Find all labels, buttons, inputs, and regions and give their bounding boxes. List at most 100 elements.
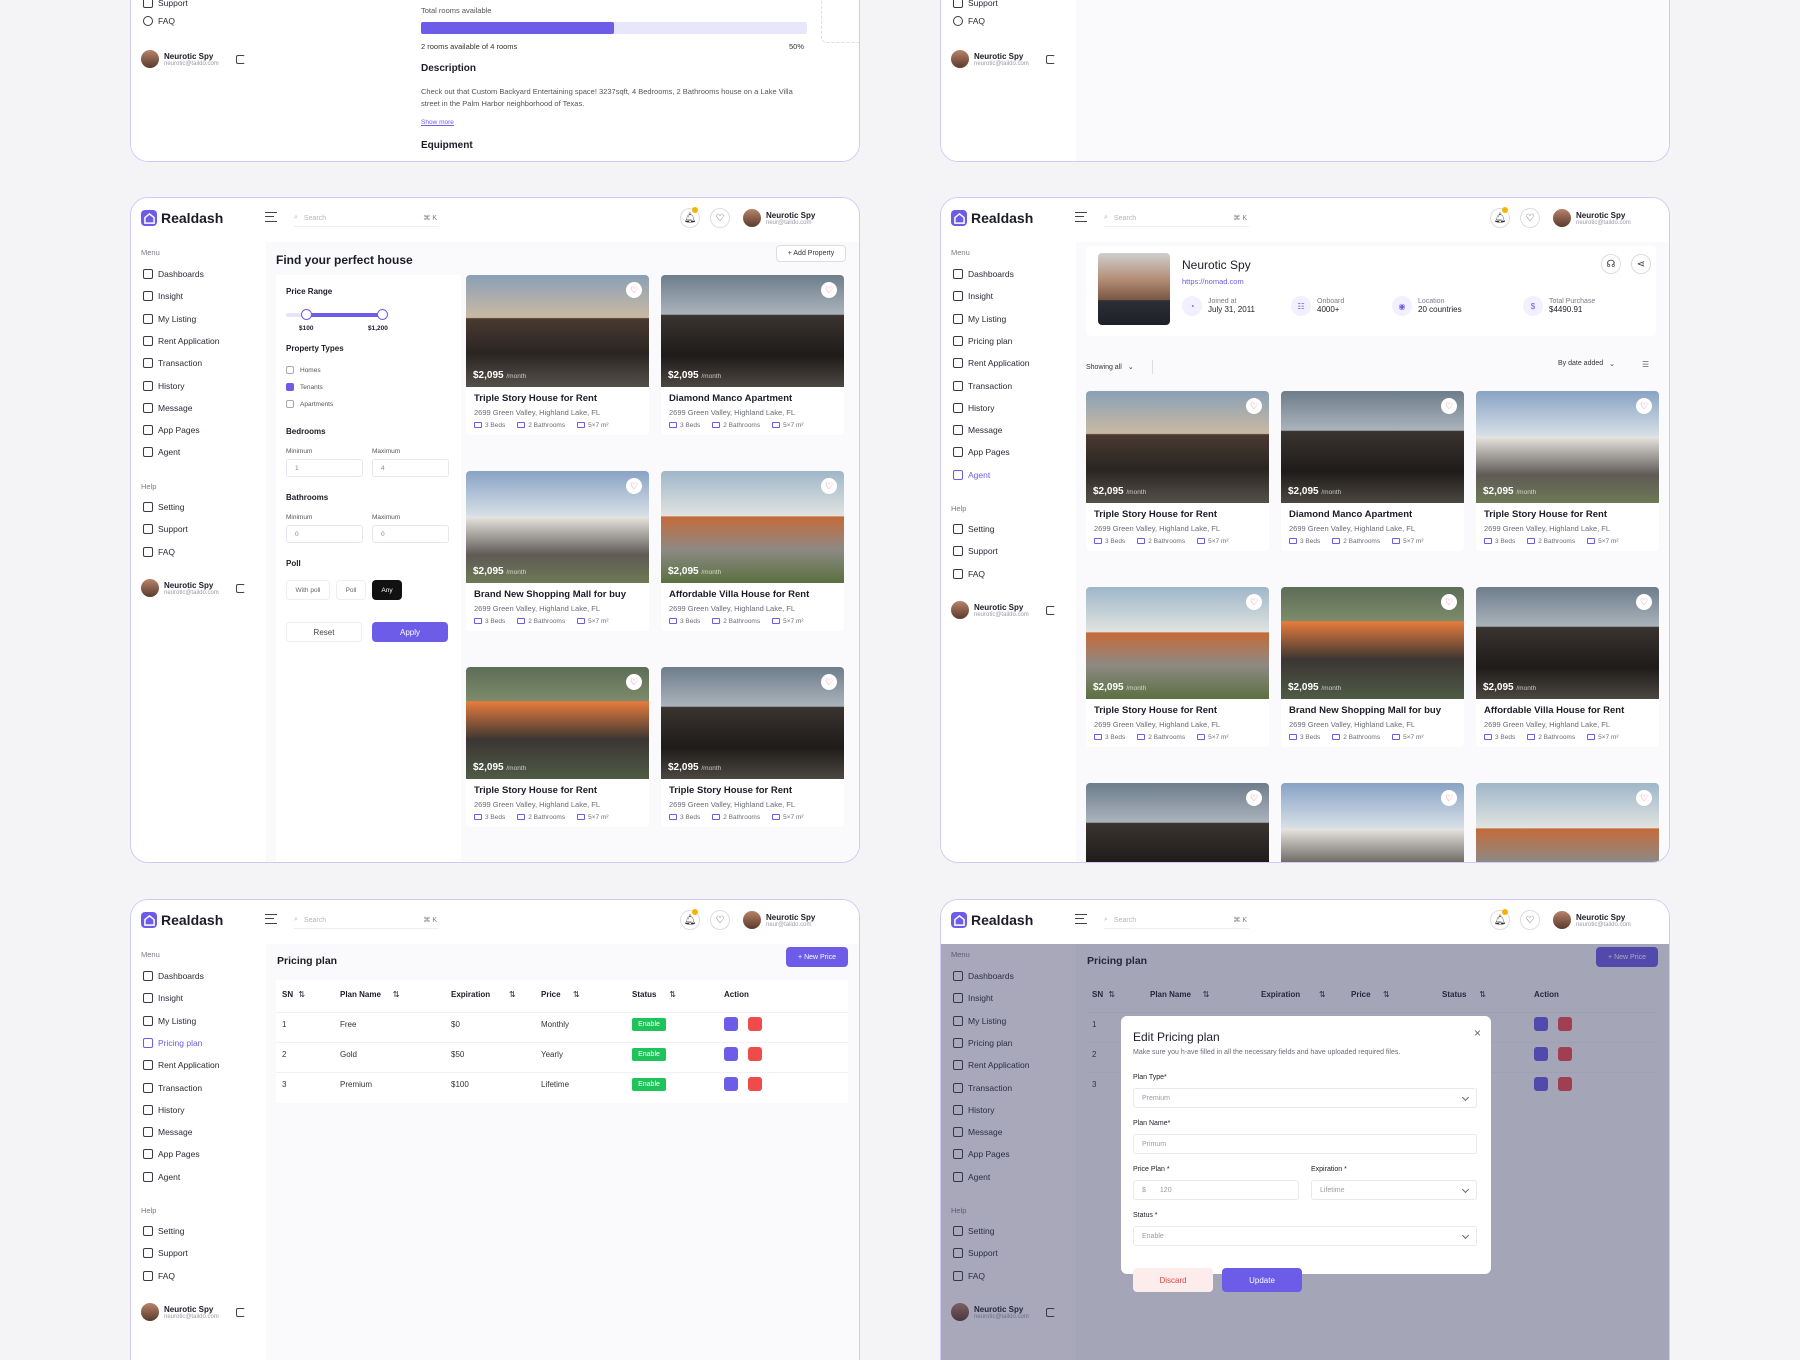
price-range-slider[interactable] bbox=[286, 309, 388, 320]
topbar-user[interactable]: Neurotic Spy neurotic@taildo.com bbox=[1553, 209, 1631, 227]
sidebar-item-my-listing[interactable]: My Listing bbox=[143, 1015, 196, 1026]
sidebar-item-transaction[interactable]: Transaction bbox=[953, 380, 1012, 391]
brand[interactable]: Realdash bbox=[951, 210, 1033, 226]
sidebar-item-dashboards[interactable]: Dashboards bbox=[953, 269, 1014, 279]
heart-icon[interactable]: ♡ bbox=[1246, 594, 1262, 610]
sidebar-item-agent[interactable]: Agent bbox=[953, 469, 990, 480]
menu-toggle-icon[interactable] bbox=[265, 914, 277, 924]
sort-icon[interactable]: ⇅ bbox=[509, 990, 516, 999]
sidebar-item-rent-application[interactable]: Rent Application bbox=[953, 358, 1029, 369]
sidebar-user[interactable]: Neurotic Spy neurotic@taildo.com bbox=[141, 1303, 245, 1321]
sort-dropdown[interactable]: By date added ⌄ bbox=[1558, 360, 1615, 368]
notification-button[interactable]: 🔔︎ bbox=[1490, 207, 1510, 228]
contact-button[interactable]: ☊ bbox=[1601, 254, 1621, 274]
poll-option-poll[interactable]: Poll bbox=[336, 580, 366, 600]
table-header-action[interactable]: Action bbox=[724, 990, 749, 999]
property-photo[interactable]: ♡ $2,095 /month bbox=[1476, 391, 1659, 503]
search-bar[interactable]: ⌕ Search ⌘ K bbox=[1104, 210, 1249, 227]
plan-name-input[interactable]: Primum bbox=[1133, 1134, 1477, 1154]
table-header-plan-name[interactable]: Plan Name bbox=[340, 990, 381, 999]
menu-toggle-icon[interactable] bbox=[1075, 212, 1087, 222]
sidebar-item-support[interactable]: Support bbox=[143, 0, 188, 8]
sidebar-item-support[interactable]: Support bbox=[143, 1248, 188, 1259]
share-button[interactable]: ⋖ bbox=[1631, 254, 1651, 274]
profile-url[interactable]: https://nomad.com bbox=[1182, 277, 1244, 286]
status-badge[interactable]: Enable bbox=[632, 1018, 666, 1031]
show-more-link[interactable]: Show more bbox=[421, 119, 454, 126]
status-badge[interactable]: Enable bbox=[632, 1048, 666, 1061]
property-photo[interactable]: ♡ bbox=[1476, 783, 1659, 862]
property-photo[interactable]: ♡ $2,095 /month bbox=[466, 667, 649, 779]
favorites-button[interactable]: ♡ bbox=[710, 208, 730, 228]
bathrooms-min-input[interactable]: 0 bbox=[286, 525, 363, 543]
sidebar-item-pricing-plan[interactable]: Pricing plan bbox=[953, 335, 1012, 346]
heart-icon[interactable]: ♡ bbox=[626, 282, 642, 298]
sidebar-item-insight[interactable]: Insight bbox=[143, 291, 183, 302]
sidebar-item-dashboards[interactable]: Dashboards bbox=[143, 971, 204, 981]
logout-icon[interactable] bbox=[235, 54, 245, 64]
reset-button[interactable]: Reset bbox=[286, 622, 362, 642]
property-card[interactable]: ♡ $2,095 /month Triple Story House for Ren… bbox=[1086, 391, 1269, 551]
sidebar-item-faq[interactable]: FAQ bbox=[143, 546, 175, 557]
logout-icon[interactable] bbox=[235, 1307, 245, 1317]
discard-button[interactable]: Discard bbox=[1133, 1268, 1213, 1292]
logout-icon[interactable] bbox=[235, 583, 245, 593]
sidebar-item-message[interactable]: Message bbox=[143, 1127, 193, 1138]
expiration-select[interactable]: Lifetime bbox=[1311, 1180, 1477, 1200]
brand[interactable]: Realdash bbox=[951, 912, 1033, 928]
notification-button[interactable]: 🔔︎ bbox=[680, 207, 700, 228]
sidebar-user[interactable]: Neurotic Spy neurotic@taildo.com bbox=[141, 50, 245, 68]
add-property-button[interactable]: + Add Property bbox=[776, 245, 846, 262]
table-header-expiration[interactable]: Expiration bbox=[451, 990, 490, 999]
property-card[interactable]: ♡ bbox=[1086, 783, 1269, 862]
property-photo[interactable]: ♡ $2,095 /month bbox=[1281, 587, 1464, 699]
property-card[interactable]: ♡ bbox=[1281, 783, 1464, 862]
sidebar-item-support[interactable]: Support bbox=[953, 546, 998, 557]
filter-icon[interactable]: ☰ bbox=[1642, 360, 1649, 369]
property-card[interactable]: ♡ $2,095 /month Triple Story House for Ren… bbox=[466, 667, 649, 827]
heart-icon[interactable]: ♡ bbox=[1441, 594, 1457, 610]
sidebar-item-transaction[interactable]: Transaction bbox=[143, 358, 202, 369]
sidebar-item-insight[interactable]: Insight bbox=[953, 291, 993, 302]
sidebar-item-setting[interactable]: Setting bbox=[143, 502, 184, 512]
search-bar[interactable]: ⌕ Search ⌘ K bbox=[294, 912, 439, 929]
sidebar-item-pricing-plan[interactable]: Pricing plan bbox=[143, 1037, 202, 1048]
favorites-button[interactable]: ♡ bbox=[710, 910, 730, 930]
heart-icon[interactable]: ♡ bbox=[1441, 790, 1457, 806]
property-photo[interactable]: ♡ $2,095 /month bbox=[1476, 587, 1659, 699]
delete-icon[interactable] bbox=[748, 1047, 762, 1061]
heart-icon[interactable]: ♡ bbox=[626, 478, 642, 494]
heart-icon[interactable]: ♡ bbox=[821, 674, 837, 690]
poll-option-any[interactable]: Any bbox=[372, 580, 402, 600]
sort-icon[interactable]: ⇅ bbox=[393, 990, 400, 999]
property-photo[interactable]: ♡ $2,095 /month bbox=[1281, 391, 1464, 503]
property-card[interactable]: ♡ $2,095 /month Triple Story House for Ren… bbox=[1086, 587, 1269, 747]
table-header-sn[interactable]: SN bbox=[282, 990, 293, 999]
property-card[interactable]: ♡ $2,095 /month Triple Story House for Ren… bbox=[466, 275, 649, 435]
range-max-handle[interactable] bbox=[377, 309, 388, 320]
sidebar-item-faq[interactable]: FAQ bbox=[143, 16, 175, 26]
property-photo[interactable]: ♡ $2,095 /month bbox=[661, 667, 844, 779]
sort-icon[interactable]: ⇅ bbox=[298, 990, 305, 999]
sidebar-item-insight[interactable]: Insight bbox=[143, 993, 183, 1004]
sidebar-item-agent[interactable]: Agent bbox=[143, 447, 180, 458]
logout-icon[interactable] bbox=[1045, 54, 1055, 64]
checkbox-homes[interactable]: Homes bbox=[286, 366, 321, 374]
topbar-user[interactable]: Neurotic Spy neur@taildo.com bbox=[743, 911, 815, 929]
heart-icon[interactable]: ♡ bbox=[1636, 398, 1652, 414]
favorites-button[interactable]: ♡ bbox=[1520, 910, 1540, 930]
menu-toggle-icon[interactable] bbox=[1075, 914, 1087, 924]
property-photo[interactable]: ♡ $2,095 /month bbox=[466, 275, 649, 387]
notification-button[interactable]: 🔔︎ bbox=[1490, 909, 1510, 930]
checkbox-apartments[interactable]: Apartments bbox=[286, 400, 333, 408]
sidebar-item-faq[interactable]: FAQ bbox=[143, 1270, 175, 1281]
brand[interactable]: Realdash bbox=[141, 912, 223, 928]
bedrooms-max-input[interactable]: 4 bbox=[372, 459, 449, 477]
status-select[interactable]: Enable bbox=[1133, 1226, 1477, 1246]
property-photo[interactable]: ♡ $2,095 /month bbox=[661, 471, 844, 583]
range-min-handle[interactable] bbox=[301, 309, 312, 320]
sidebar-item-message[interactable]: Message bbox=[143, 402, 193, 413]
delete-icon[interactable] bbox=[748, 1077, 762, 1091]
property-photo[interactable]: ♡ $2,095 /month bbox=[1086, 391, 1269, 503]
status-badge[interactable]: Enable bbox=[632, 1078, 666, 1091]
